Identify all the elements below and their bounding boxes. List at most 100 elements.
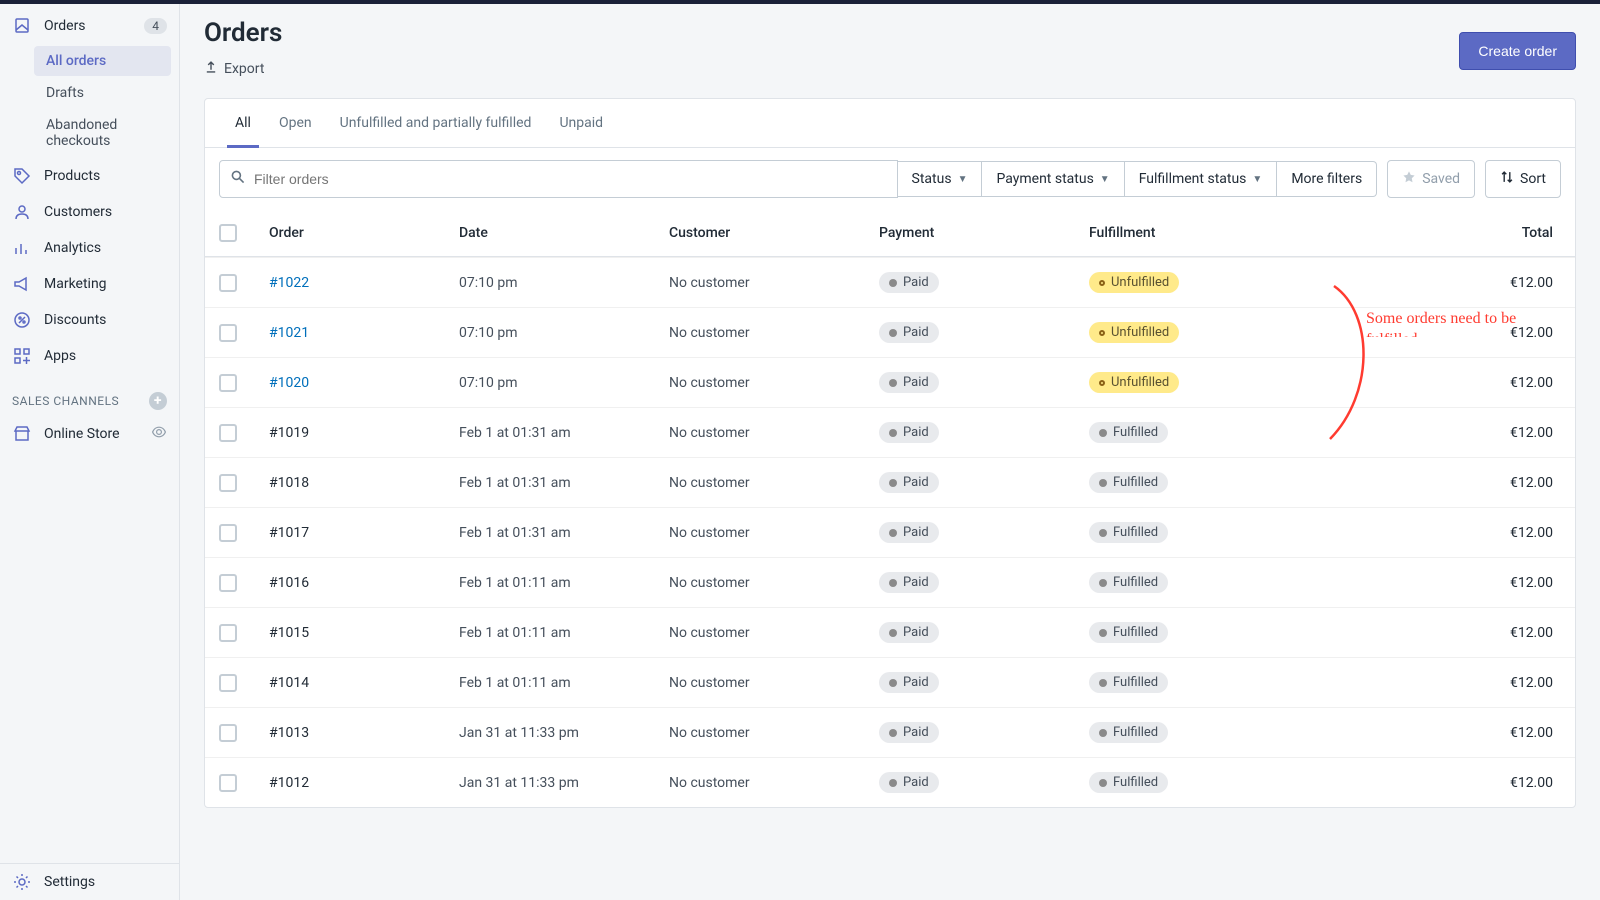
nav-analytics[interactable]: Analytics [0,230,179,266]
order-date: Feb 1 at 01:31 am [459,525,669,541]
dot-icon [889,429,897,437]
tab-unpaid[interactable]: Unpaid [545,99,617,147]
create-order-button[interactable]: Create order [1459,32,1576,70]
filter-status[interactable]: Status▼ [898,161,983,197]
payment-cell: Paid [879,572,1089,593]
col-date[interactable]: Date [459,225,669,241]
order-number[interactable]: #1021 [269,325,459,341]
table-row[interactable]: #1017Feb 1 at 01:31 amNo customerPaidFul… [205,507,1575,557]
payment-cell: Paid [879,472,1089,493]
nav-customers[interactable]: Customers [0,194,179,230]
order-number[interactable]: #1020 [269,375,459,391]
col-customer[interactable]: Customer [669,225,879,241]
order-number[interactable]: #1018 [269,475,459,491]
more-filters-button[interactable]: More filters [1277,161,1377,197]
order-number[interactable]: #1017 [269,525,459,541]
marketing-icon [12,274,32,294]
orders-subnav: All orders Drafts Abandoned checkouts [30,44,179,158]
col-payment[interactable]: Payment [879,225,1089,241]
table-row[interactable]: #1016Feb 1 at 01:11 amNo customerPaidFul… [205,557,1575,607]
col-total[interactable]: Total [1309,225,1561,241]
nav-marketing[interactable]: Marketing [0,266,179,302]
table-row[interactable]: #102107:10 pmNo customerPaidUnfulfilled€… [205,307,1575,357]
subnav-abandoned[interactable]: Abandoned checkouts [34,110,171,156]
order-number[interactable]: #1022 [269,275,459,291]
nav-online-store[interactable]: Online Store [0,416,179,452]
nav-products[interactable]: Products [0,158,179,194]
tab-open[interactable]: Open [265,99,326,147]
table-row[interactable]: #1019Feb 1 at 01:31 amNo customerPaidFul… [205,407,1575,457]
caret-icon: ▼ [1100,174,1110,185]
filters-row: Status▼ Payment status▼ Fulfillment stat… [205,148,1575,210]
table-row[interactable]: #1014Feb 1 at 01:11 amNo customerPaidFul… [205,657,1575,707]
subnav-all-orders[interactable]: All orders [34,46,171,76]
dot-icon [889,529,897,537]
table-row[interactable]: #102007:10 pmNo customerPaidUnfulfilled€… [205,357,1575,407]
nav-apps[interactable]: Apps [0,338,179,374]
orders-table: Order Date Customer Payment Fulfillment … [205,210,1575,807]
row-checkbox[interactable] [219,624,237,642]
order-number[interactable]: #1012 [269,775,459,791]
table-row[interactable]: #1012Jan 31 at 11:33 pmNo customerPaidFu… [205,757,1575,807]
col-fulfillment[interactable]: Fulfillment [1089,225,1309,241]
order-total: €12.00 [1309,525,1561,541]
row-checkbox[interactable] [219,674,237,692]
payment-cell: Paid [879,322,1089,343]
col-order[interactable]: Order [269,225,459,241]
order-customer: No customer [669,675,879,691]
row-checkbox[interactable] [219,524,237,542]
fulfillment-cell: Fulfilled [1089,572,1309,593]
apps-icon [12,346,32,366]
subnav-drafts[interactable]: Drafts [34,78,171,108]
order-number[interactable]: #1016 [269,575,459,591]
select-all-checkbox[interactable] [219,224,237,242]
row-checkbox[interactable] [219,474,237,492]
dot-icon [889,579,897,587]
order-total: €12.00 [1309,475,1561,491]
fulfillment-cell: Fulfilled [1089,772,1309,793]
nav-discounts[interactable]: Discounts [0,302,179,338]
search-input[interactable] [254,171,887,187]
dot-icon [1099,779,1107,787]
order-number[interactable]: #1014 [269,675,459,691]
row-checkbox[interactable] [219,274,237,292]
row-checkbox[interactable] [219,724,237,742]
filter-fulfillment-label: Fulfillment status [1139,171,1247,187]
sort-icon [1500,170,1514,188]
row-checkbox[interactable] [219,424,237,442]
table-row[interactable]: #1013Jan 31 at 11:33 pmNo customerPaidFu… [205,707,1575,757]
view-store-icon[interactable] [151,424,167,444]
add-channel-icon[interactable]: + [149,392,167,410]
sort-button[interactable]: Sort [1485,160,1561,198]
payment-cell: Paid [879,672,1089,693]
order-number[interactable]: #1013 [269,725,459,741]
table-row[interactable]: #1018Feb 1 at 01:31 amNo customerPaidFul… [205,457,1575,507]
order-number[interactable]: #1019 [269,425,459,441]
row-checkbox[interactable] [219,774,237,792]
nav-discounts-label: Discounts [44,312,167,328]
nav-settings[interactable]: Settings [0,864,179,900]
search-wrap[interactable] [219,160,898,198]
payment-badge: Paid [879,622,939,643]
nav-analytics-label: Analytics [44,240,167,256]
table-row[interactable]: #1015Feb 1 at 01:11 amNo customerPaidFul… [205,607,1575,657]
payment-cell: Paid [879,272,1089,293]
export-button[interactable]: Export [204,60,264,78]
order-number[interactable]: #1015 [269,625,459,641]
nav-orders[interactable]: Orders 4 [0,8,179,44]
row-checkbox[interactable] [219,374,237,392]
filter-fulfillment-status[interactable]: Fulfillment status▼ [1125,161,1278,197]
filter-payment-status[interactable]: Payment status▼ [982,161,1124,197]
fulfillment-badge: Fulfilled [1089,472,1168,493]
table-row[interactable]: #102207:10 pmNo customerPaidUnfulfilled€… [205,257,1575,307]
order-customer: No customer [669,475,879,491]
order-customer: No customer [669,575,879,591]
payment-badge: Paid [879,372,939,393]
dot-icon [889,379,897,387]
tab-unfulfilled[interactable]: Unfulfilled and partially fulfilled [326,99,546,147]
order-total: €12.00 [1309,775,1561,791]
row-checkbox[interactable] [219,324,237,342]
tab-all[interactable]: All [221,99,265,147]
row-checkbox[interactable] [219,574,237,592]
order-total: €12.00 [1309,375,1561,391]
